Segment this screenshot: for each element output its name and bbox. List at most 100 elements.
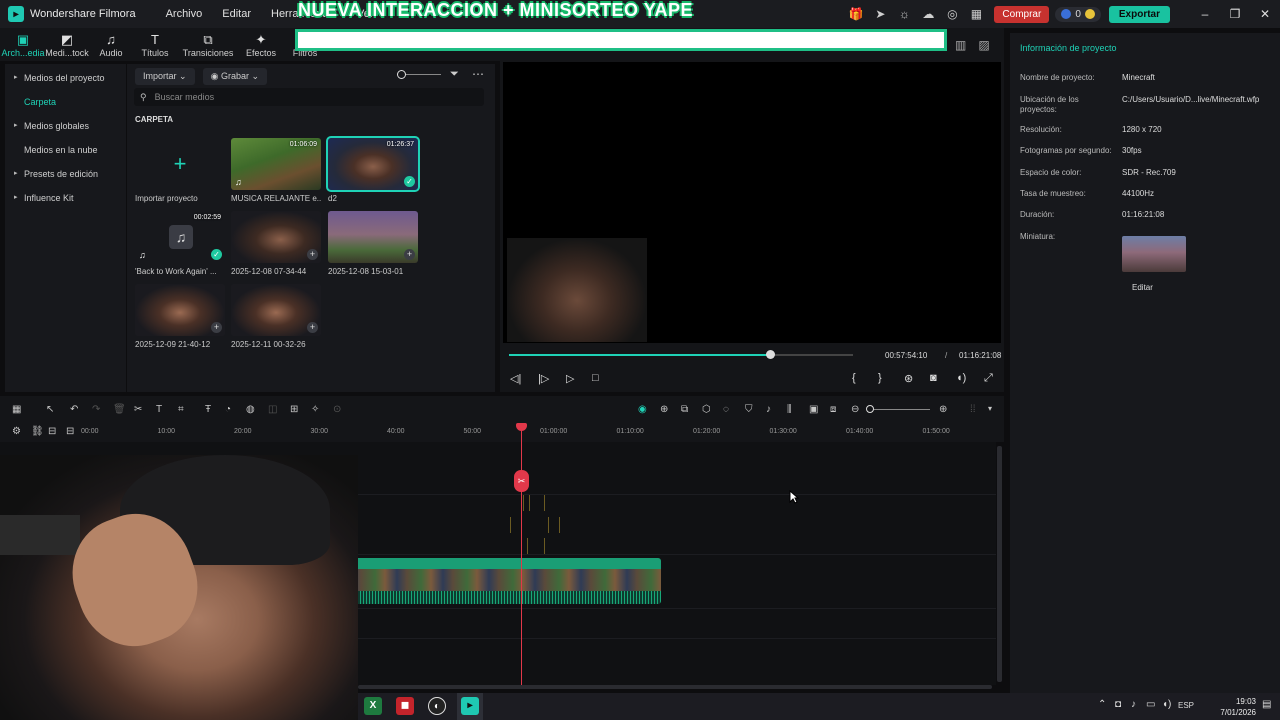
color-icon[interactable]: ◍ <box>246 404 255 415</box>
previous-frame-icon[interactable]: ◁| <box>510 372 521 385</box>
preview-canvas[interactable] <box>503 62 1001 343</box>
fullscreen-icon[interactable]: ⤢ <box>984 372 993 385</box>
more-options-icon[interactable]: ⋯ <box>472 67 484 81</box>
timeline-horizontal-scrollbar[interactable] <box>358 685 992 689</box>
record-dropdown[interactable]: ◉ Grabar ⌄ <box>202 68 268 85</box>
magic-icon[interactable]: ✧ <box>311 404 319 415</box>
zoom-slider-knob[interactable] <box>866 405 874 413</box>
media-item[interactable]: + 2025-12-08 15-03-01 <box>328 211 418 276</box>
import-dropdown[interactable]: Importar ⌄ <box>135 68 195 85</box>
add-icon[interactable]: + <box>135 138 225 190</box>
ripple-icon[interactable]: ◌ <box>723 404 729 415</box>
credits-badge[interactable]: 0 <box>1055 6 1101 22</box>
layout-grid-icon[interactable]: ▦ <box>12 404 21 415</box>
sidebar-item-presets[interactable]: ▸ Presets de edición <box>5 162 126 186</box>
split-icon[interactable]: ✂ <box>134 404 142 415</box>
menu-editar[interactable]: Editar <box>222 8 251 20</box>
track-settings-icon[interactable]: ⚙ <box>12 426 21 437</box>
chevron-up-icon[interactable]: ⌃ <box>1098 699 1106 710</box>
tool-audio[interactable]: ♫ Audio <box>90 32 132 58</box>
gift-icon[interactable]: 🎁 <box>848 6 864 22</box>
edit-thumbnail-button[interactable]: Editar <box>1132 283 1153 292</box>
close-icon[interactable]: ✕ <box>1250 7 1280 21</box>
timeline-zoom-slider[interactable] <box>868 409 930 410</box>
timeline-ruler[interactable]: ⚙ ⛓ ⊟ ⊟ 00:00 10:00 20:00 30:00 40:00 50:00 01… <box>0 422 1004 442</box>
language-indicator[interactable]: ESP <box>1178 701 1194 710</box>
support-icon[interactable]: ◎ <box>944 6 960 22</box>
sidebar-item-medios-globales[interactable]: ▸ Medios globales <box>5 114 126 138</box>
media-item[interactable]: + 2025-12-09 21-40-12 <box>135 284 225 349</box>
zoom-in-icon[interactable]: ⊕ <box>939 404 947 415</box>
tool-titulos[interactable]: T Títulos <box>134 32 176 58</box>
layout-icon[interactable]: ▥ <box>955 38 966 52</box>
render-icon[interactable]: ⊛ <box>904 372 913 385</box>
tool-efectos[interactable]: ✦ Efectos <box>240 32 282 58</box>
add-icon[interactable]: + <box>307 322 318 333</box>
tool-medios-stock[interactable]: ◩ Medi...tock <box>45 32 89 58</box>
mark-out-icon[interactable]: } <box>878 372 882 384</box>
restore-icon[interactable]: ❐ <box>1220 7 1250 21</box>
link-icon[interactable]: ⛓ <box>31 426 44 437</box>
playhead[interactable] <box>521 426 522 685</box>
sidebar-item-medios-proyecto[interactable]: ▸ Medios del proyecto <box>5 66 126 90</box>
thumbnail-size-slider[interactable] <box>397 70 441 79</box>
media-item[interactable]: + 2025-12-11 00-32-26 <box>231 284 321 349</box>
app-tray-icon[interactable]: ◘ <box>1115 699 1121 710</box>
obs-icon[interactable]: ◐ <box>428 697 446 715</box>
microphone-icon[interactable]: ♪ <box>1131 699 1136 710</box>
grid-menu-icon[interactable]: ▦ <box>968 6 984 22</box>
add-icon[interactable]: + <box>404 249 415 260</box>
funnel-icon[interactable]: ⏷ <box>450 68 459 81</box>
mark-in-icon[interactable]: { <box>852 372 856 384</box>
ai-text-icon[interactable]: Ŧ <box>205 404 211 415</box>
taskbar-clock[interactable]: 19:03 7/01/2026 <box>1208 696 1256 718</box>
transform-icon[interactable]: ⊞ <box>290 404 298 415</box>
text-tool-icon[interactable]: T <box>156 404 162 415</box>
scissors-icon[interactable]: ✂ <box>514 470 529 492</box>
network-icon[interactable]: ▭ <box>1146 699 1155 710</box>
media-item[interactable]: + 2025-12-08 07-34-44 <box>231 211 321 276</box>
video-clip[interactable] <box>315 558 661 604</box>
sidebar-item-influence-kit[interactable]: ▸ Influence Kit <box>5 186 126 210</box>
snapshot-view-icon[interactable]: ▨ <box>978 38 989 52</box>
progress-knob[interactable] <box>766 350 776 359</box>
redo-icon[interactable]: ↷ <box>92 404 100 415</box>
shield-icon[interactable]: ⛉ <box>745 404 753 415</box>
add-icon[interactable]: + <box>211 322 222 333</box>
track-layout-icon[interactable]: ⁞⁞ <box>970 404 976 415</box>
play-icon[interactable]: ▷ <box>566 372 574 385</box>
ai-assistant-icon[interactable]: ◉ <box>638 404 647 415</box>
recorder-app-icon[interactable]: ◼ <box>396 697 414 715</box>
buy-button[interactable]: Comprar <box>994 5 1050 23</box>
media-item-selected[interactable]: 01:26:37 ✓ d2 <box>326 136 420 203</box>
lightbulb-icon[interactable]: ☼ <box>896 6 912 22</box>
timeline-vertical-scrollbar[interactable] <box>997 446 1002 682</box>
sidebar-item-carpeta[interactable]: Carpeta <box>5 90 126 114</box>
speed-icon[interactable]: ◔ <box>225 404 231 415</box>
chevron-down-icon[interactable]: ▾ <box>988 404 992 413</box>
search-input[interactable]: ⚲ Buscar medios <box>134 88 484 106</box>
playback-progress-bar[interactable] <box>509 350 853 359</box>
media-item[interactable]: 01:06:09 ♫ MUSICA RELAJANTE e... <box>231 138 321 203</box>
select-tool-icon[interactable]: ↖ <box>46 404 54 415</box>
stabilize-icon[interactable]: ⊙ <box>333 404 341 415</box>
microphone-icon[interactable]: ♪ <box>766 404 771 415</box>
play-frame-icon[interactable]: |▷ <box>538 372 549 385</box>
add-track-icon[interactable]: ⊟ <box>48 426 56 437</box>
snap-icon[interactable]: ⊕ <box>660 404 668 415</box>
media-item-import[interactable]: + Importar proyecto <box>135 138 225 203</box>
replace-icon[interactable]: ⧈ <box>830 404 836 415</box>
minimize-icon[interactable]: – <box>1190 7 1220 21</box>
tool-archivos-medios[interactable]: ▣ Arch...edia <box>1 32 44 58</box>
media-item[interactable]: 00:02:59 ♫ ♫ ✓ 'Back to Work Again' ... <box>135 211 225 276</box>
crop-icon[interactable]: ⌗ <box>178 404 184 415</box>
undo-icon[interactable]: ↶ <box>70 404 78 415</box>
marker-icon[interactable]: ⧉ <box>681 404 688 415</box>
add-icon[interactable]: + <box>307 249 318 260</box>
speaker-icon[interactable]: ◖) <box>1162 699 1171 710</box>
zoom-out-icon[interactable]: ⊖ <box>851 404 859 415</box>
sidebar-item-medios-nube[interactable]: Medios en la nube <box>5 138 126 162</box>
notification-icon[interactable]: ▤ <box>1262 699 1271 710</box>
insert-track-icon[interactable]: ⊟ <box>66 426 74 437</box>
filmora-taskbar-icon[interactable]: ▸ <box>461 697 479 715</box>
